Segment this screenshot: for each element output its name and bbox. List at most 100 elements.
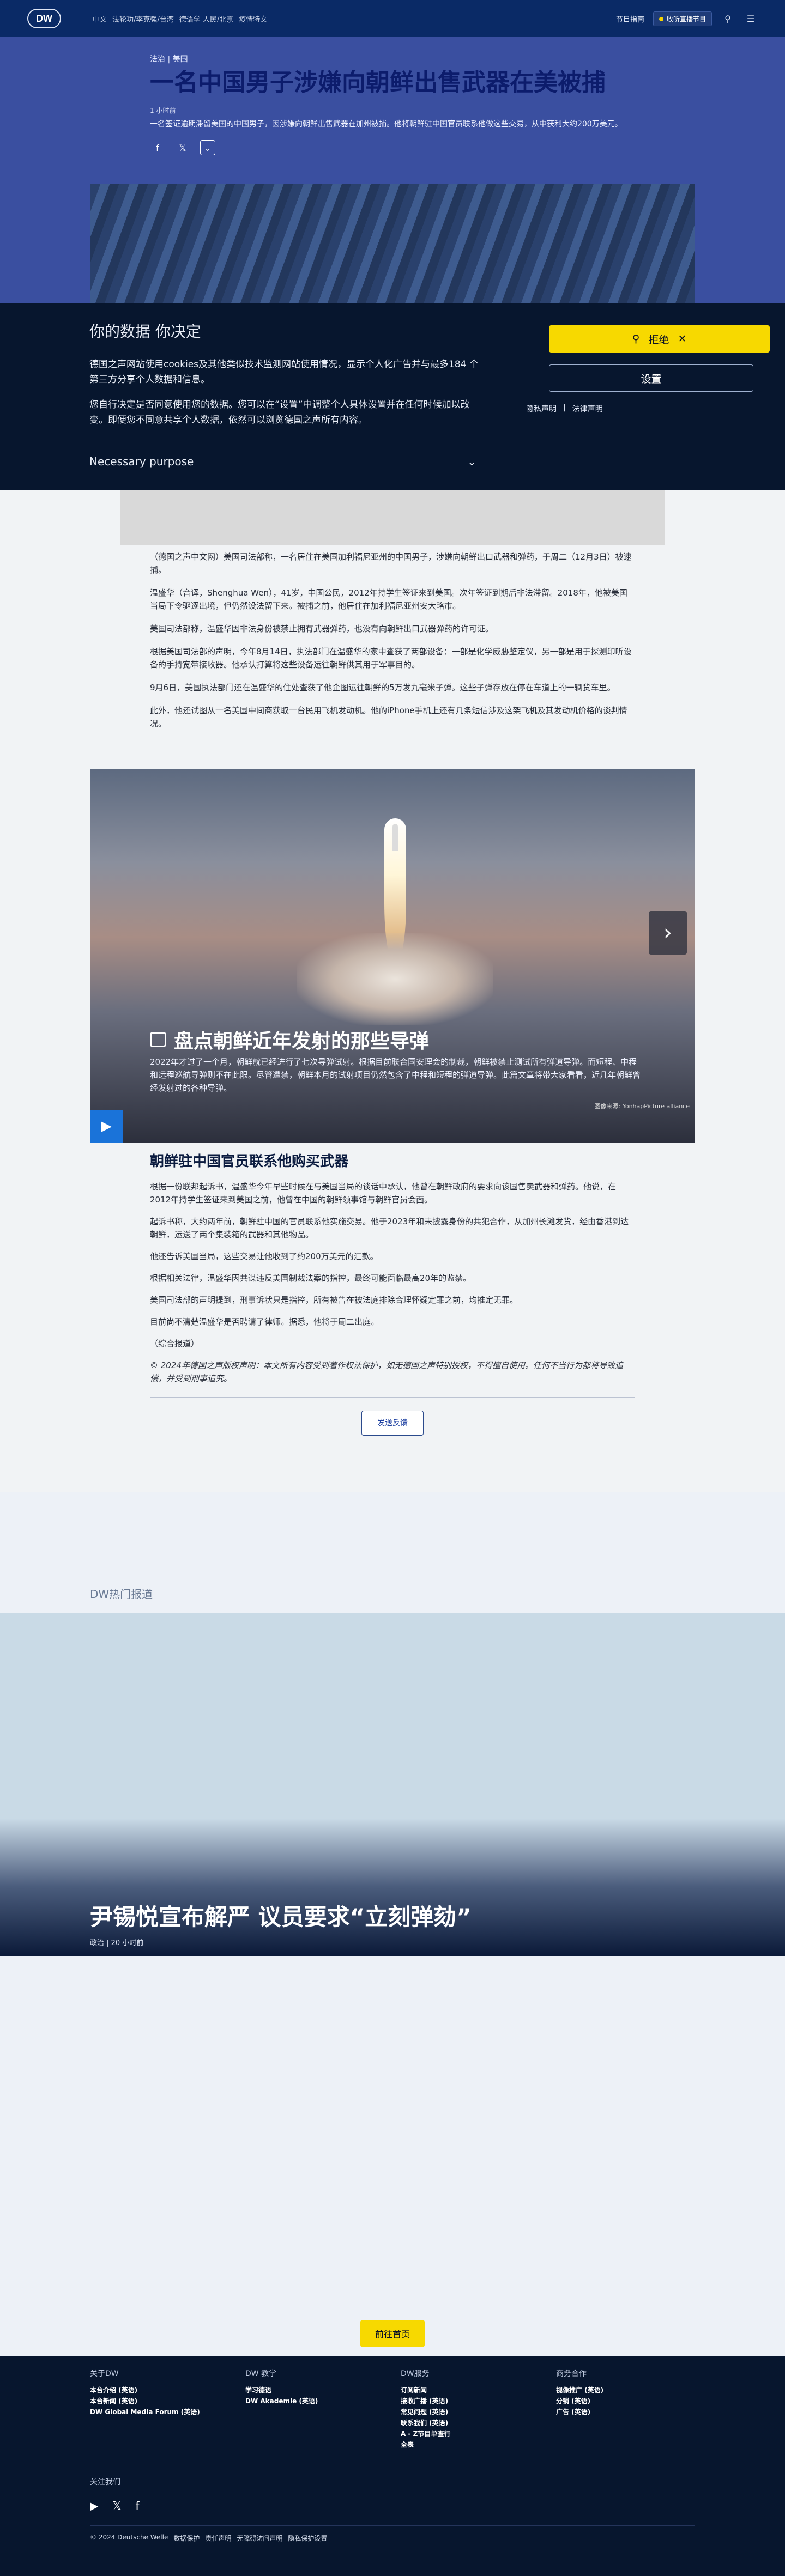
article-time: 1 小时前 xyxy=(150,107,176,114)
gallery-next-button[interactable]: › xyxy=(649,911,687,955)
footer-col-title: DW服务 xyxy=(401,2370,430,2378)
paragraph: 9月6日，美国执法部门还在温盛华的住处查获了他企图运往朝鲜的5万发九毫米子弹。这… xyxy=(150,683,615,692)
smoke xyxy=(297,933,493,1025)
purpose-label: Necessary purpose xyxy=(89,455,194,468)
footer-col-title: DW 教学 xyxy=(245,2370,277,2378)
nav-item[interactable]: 法轮功/李克强/台湾 xyxy=(112,14,174,24)
footer-link[interactable]: 视像推广 (英语) xyxy=(556,2385,692,2396)
social-links: ▶ 𝕏 f xyxy=(90,2499,140,2512)
paragraph: 目前尚不清楚温盛华是否聘请了律师。据悉，他将于周二出庭。 xyxy=(150,1317,379,1327)
x-icon[interactable]: 𝕏 xyxy=(112,2499,121,2512)
cookie-consent-banner: 你的数据 你决定 德国之声网站使用cookies及其他类似技术监测网站使用情况，… xyxy=(0,303,785,490)
paragraph: 此外，他还试图从一名美国中间商获取一台民用飞机发动机。他的iPhone手机上还有… xyxy=(150,706,627,728)
legal-link[interactable]: 无障碍访问声明 xyxy=(237,2534,282,2543)
x-icon[interactable]: 𝕏 xyxy=(175,140,190,155)
footer-link[interactable]: 常见问题 (英语) xyxy=(401,2407,537,2417)
article-body: （德国之声中文网）美国司法部称，一名居住在美国加利福尼亚州的中国男子，涉嫌向朝鲜… xyxy=(150,550,635,740)
top-bar-right: 节目指南 收听直播节目 ⚲ ☰ xyxy=(616,11,758,26)
live-label: 收听直播节目 xyxy=(666,15,706,23)
reject-button[interactable]: ⚲ 拒绝 ✕ xyxy=(549,325,770,353)
footer-col-service: DW服务 订阅新闻 接收广播 (英语) 常见问题 (英语) 联系我们 (英语) … xyxy=(401,2368,537,2450)
consent-text: 您自行决定是否同意使用您的数据。您可以在“设置”中调整个人具体设置并在任何时候加… xyxy=(89,399,470,426)
footer-col-business: 商务合作 视像推广 (英语) 分销 (英语) 广告 (英语) xyxy=(556,2368,692,2417)
necessary-purpose-toggle[interactable]: Necessary purpose ⌄ xyxy=(89,451,476,472)
nav-item[interactable]: 德语学 人民/北京 xyxy=(179,14,234,24)
footer-link[interactable]: 分销 (英语) xyxy=(556,2396,692,2407)
divider xyxy=(90,2525,695,2526)
gallery-title: 盘点朝鲜近年发射的那些导弹 xyxy=(150,1025,429,1054)
footer-link[interactable]: DW Akademie (英语) xyxy=(245,2396,382,2407)
copyright-text: © 2024 Deutsche Welle xyxy=(90,2534,168,2541)
live-dot-icon xyxy=(659,16,663,21)
legal-link[interactable]: 数据保护 xyxy=(173,2534,200,2543)
top-story-title[interactable]: 尹锡悦宣布解严 议员要求“立刻弹劾” xyxy=(90,1899,472,1932)
top-story-meta: 政治 | 20 小时前 xyxy=(90,1939,144,1947)
article-kicker[interactable]: 法治 | 美国 xyxy=(150,53,635,64)
article-title: 一名中国男子涉嫌向朝鲜出售武器在美被捕 xyxy=(150,69,606,96)
paragraph: 根据相关法律，温盛华因共谋违反美国制裁法案的指控，最终可能面临最高20年的监禁。 xyxy=(150,1273,472,1283)
paragraph: 他还告诉美国当局，这些交易让他收到了约200万美元的汇款。 xyxy=(150,1251,378,1261)
footer-col-learn: DW 教学 学习德语 DW Akademie (英语) xyxy=(245,2368,382,2407)
divider: | xyxy=(563,403,566,412)
legal-link[interactable]: 法律声明 xyxy=(572,403,603,414)
footer-link[interactable]: 接收广播 (英语) xyxy=(401,2396,537,2407)
top-nav: 中文 法轮功/李克强/台湾 德语学 人民/北京 疫情特文 xyxy=(93,14,267,24)
paragraph: 美国司法部称，温盛华因非法身份被禁止拥有武器弹药，也没有向朝鲜出口武器弹药的许可… xyxy=(150,624,494,634)
chevron-down-icon: ⌄ xyxy=(467,455,476,468)
footer-link[interactable]: 学习德语 xyxy=(245,2385,382,2396)
privacy-link[interactable]: 隐私声明 xyxy=(526,403,557,414)
copyright-notice: © 2024年德国之声版权声明：本文所有内容受到著作权法保护，如无德国之声特别授… xyxy=(150,1359,635,1398)
footer-col-title: 关于DW xyxy=(90,2370,119,2378)
article-teaser: 一名签证逾期滞留美国的中国男子，因涉嫌向朝鲜出售武器在加州被捕。他将朝鲜驻中国官… xyxy=(150,120,623,129)
footer-link[interactable]: 本台介绍 (英语) xyxy=(90,2385,226,2396)
footer-link[interactable]: 订阅新闻 xyxy=(401,2385,537,2396)
facebook-icon[interactable]: f xyxy=(136,2499,140,2512)
article-subhead: 朝鲜驻中国官员联系他购买武器 xyxy=(150,1153,349,1170)
top-story-card[interactable]: 尹锡悦宣布解严 议员要求“立刻弹劾” 政治 | 20 小时前 xyxy=(0,1613,785,1956)
consent-title: 你的数据 你决定 xyxy=(89,323,201,341)
paragraph: 起诉书称，大约两年前，朝鲜驻中国的官员联系他实施交易。他于2023年和未披露身份… xyxy=(150,1217,629,1240)
legal-links: © 2024 Deutsche Welle 数据保护 责任声明 无障碍访问声明 … xyxy=(90,2534,327,2543)
share-row: f 𝕏 ⌄ xyxy=(150,140,635,155)
footer-link[interactable]: A - Z节目单查行 xyxy=(401,2428,537,2439)
feedback-button[interactable]: 发送反馈 xyxy=(361,1411,424,1436)
follow-us-label: 关注我们 xyxy=(90,2478,120,2487)
legal-link[interactable]: 责任声明 xyxy=(205,2534,231,2543)
hot-stories-label: DW热门报道 xyxy=(90,1588,153,1601)
article-body-2: 朝鲜驻中国官员联系他购买武器 根据一份联邦起诉书，温盛华今年早些时候在与美国当局… xyxy=(150,1155,635,1436)
nav-item[interactable]: 疫情特文 xyxy=(239,14,267,24)
paragraph: 温盛华（音译，Shenghua Wen），41岁，中国公民，2012年持学生签证… xyxy=(150,588,627,611)
user-icon: ⚲ xyxy=(632,333,640,345)
gallery-description: 2022年才过了一个月，朝鲜就已经进行了七次导弹试射。根据目前联合国安理会的制裁… xyxy=(150,1057,641,1093)
gallery-title-text: 盘点朝鲜近年发射的那些导弹 xyxy=(174,1030,430,1053)
feedback-wrapper: 发送反馈 xyxy=(150,1411,635,1436)
photo-gallery[interactable]: › 盘点朝鲜近年发射的那些导弹 2022年才过了一个月，朝鲜就已经进行了七次导弹… xyxy=(90,769,695,1143)
dw-logo[interactable]: DW xyxy=(27,9,61,28)
live-button[interactable]: 收听直播节目 xyxy=(653,11,712,26)
top-bar: DW 中文 法轮功/李克强/台湾 德语学 人民/北京 疫情特文 节目指南 收听直… xyxy=(0,0,785,37)
settings-button[interactable]: 设置 xyxy=(549,364,753,392)
consent-links: 隐私声明 | 法律声明 xyxy=(526,403,603,414)
go-home-button[interactable]: 前往首页 xyxy=(360,2320,425,2347)
program-guide-link[interactable]: 节目指南 xyxy=(616,14,644,24)
nav-item[interactable]: 中文 xyxy=(93,14,107,24)
facebook-icon[interactable]: f xyxy=(150,140,165,155)
menu-icon[interactable]: ☰ xyxy=(744,11,758,26)
search-icon[interactable]: ⚲ xyxy=(721,11,735,26)
footer-col-title: 商务合作 xyxy=(556,2370,587,2378)
hero-image xyxy=(90,184,695,309)
image-placeholder xyxy=(120,490,665,545)
youtube-icon[interactable]: ▶ xyxy=(90,2499,98,2512)
footer-col-about: 关于DW 本台介绍 (英语) 本台新闻 (英语) DW Global Media… xyxy=(90,2368,226,2417)
chevron-down-icon[interactable]: ⌄ xyxy=(200,140,215,155)
rocket xyxy=(392,824,398,851)
close-icon: ✕ xyxy=(678,333,687,345)
paragraph: 根据美国司法部的声明，今年8月14日，执法部门在温盛华的家中查获了两部设备：一部… xyxy=(150,647,632,670)
legal-link[interactable]: 隐私保护设置 xyxy=(288,2534,327,2543)
footer-link[interactable]: DW Global Media Forum (英语) xyxy=(90,2407,226,2417)
footer-link[interactable]: 广告 (英语) xyxy=(556,2407,692,2417)
play-icon[interactable]: ▶ xyxy=(90,1110,123,1143)
footer-link[interactable]: 联系我们 (英语) xyxy=(401,2417,537,2428)
footer-link[interactable]: 本台新闻 (英语) xyxy=(90,2396,226,2407)
footer-link[interactable]: 全表 xyxy=(401,2439,537,2450)
